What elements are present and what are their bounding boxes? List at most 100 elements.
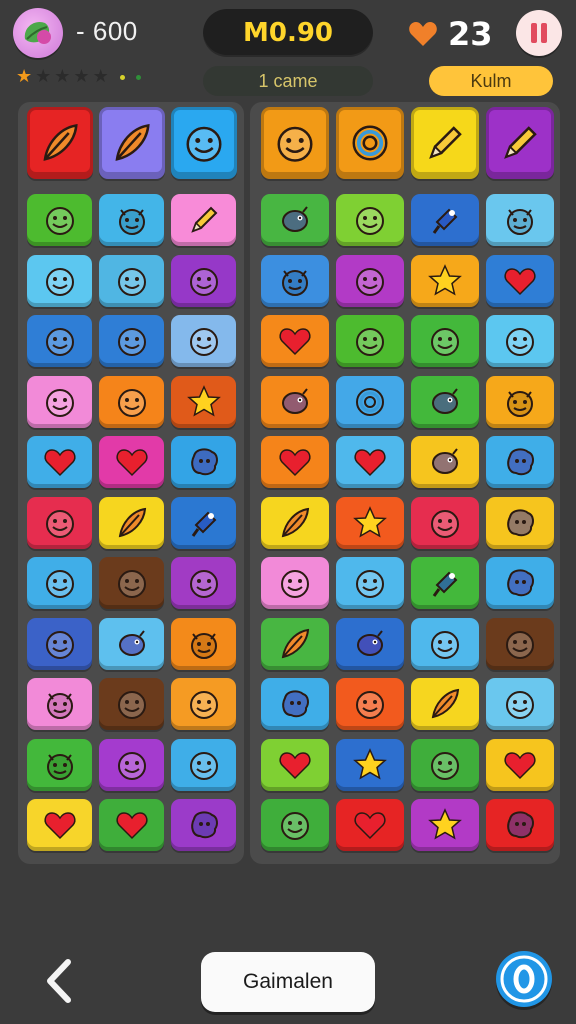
tile-pin[interactable] <box>171 496 236 549</box>
tile-devil[interactable] <box>99 194 164 246</box>
tile-blob[interactable] <box>486 496 554 549</box>
tile-face[interactable] <box>171 738 236 791</box>
tile-face[interactable] <box>27 194 92 246</box>
tile-blob[interactable] <box>486 557 554 609</box>
tile-face[interactable] <box>486 678 554 730</box>
tile-bug[interactable] <box>411 436 479 488</box>
back-button[interactable] <box>40 958 80 1004</box>
zero-icon <box>500 955 548 1003</box>
tile-devil[interactable] <box>486 375 554 428</box>
tile-face[interactable] <box>336 254 404 307</box>
tile-heart[interactable] <box>27 436 92 488</box>
tile-blob[interactable] <box>171 436 236 488</box>
tile-blob[interactable] <box>486 436 554 488</box>
tile-star[interactable] <box>336 738 404 791</box>
tile-pencil[interactable] <box>171 194 236 246</box>
tile-bug[interactable] <box>99 617 164 670</box>
tile-star[interactable] <box>411 799 479 851</box>
tile-face[interactable] <box>99 678 164 730</box>
tile-face[interactable] <box>486 315 554 367</box>
tile-heart[interactable] <box>261 436 329 488</box>
tile-bug[interactable] <box>336 617 404 670</box>
tile-heart[interactable] <box>486 254 554 307</box>
score-display: M0.90 <box>203 9 373 57</box>
tile-blob[interactable] <box>261 678 329 730</box>
tile-face[interactable] <box>99 557 164 609</box>
tile-face[interactable] <box>336 678 404 730</box>
tile-face[interactable] <box>99 738 164 791</box>
tile-heart[interactable] <box>99 436 164 488</box>
tile-face[interactable] <box>171 107 237 179</box>
tile-face[interactable] <box>261 799 329 851</box>
tile-feather[interactable] <box>27 107 93 179</box>
tile-feather[interactable] <box>99 107 165 179</box>
blob-icon <box>500 805 540 845</box>
tile-blob[interactable] <box>486 799 554 851</box>
tile-feather[interactable] <box>261 617 329 670</box>
tile-face[interactable] <box>336 557 404 609</box>
mode-button[interactable]: Kulm <box>429 66 553 96</box>
tile-face[interactable] <box>171 254 236 307</box>
tile-ring[interactable] <box>336 107 404 179</box>
tile-face[interactable] <box>99 315 164 367</box>
tile-heart[interactable] <box>261 315 329 367</box>
devil-icon <box>40 684 80 724</box>
tile-bug[interactable] <box>261 375 329 428</box>
tile-face[interactable] <box>411 738 479 791</box>
tile-devil[interactable] <box>171 617 236 670</box>
tile-face[interactable] <box>411 496 479 549</box>
tile-face[interactable] <box>27 375 92 428</box>
tile-bug[interactable] <box>411 375 479 428</box>
tile-devil[interactable] <box>261 254 329 307</box>
tile-face[interactable] <box>411 315 479 367</box>
tile-face[interactable] <box>411 617 479 670</box>
tile-bug[interactable] <box>261 194 329 246</box>
bug-icon <box>275 382 315 422</box>
tile-heart[interactable] <box>336 436 404 488</box>
tile-feather[interactable] <box>261 496 329 549</box>
tile-devil[interactable] <box>27 738 92 791</box>
main-action-button[interactable]: Gaimalen <box>201 952 375 1012</box>
tile-heart[interactable] <box>486 738 554 791</box>
ring-icon <box>350 382 390 422</box>
tile-face[interactable] <box>486 617 554 670</box>
tile-devil[interactable] <box>27 678 92 730</box>
tile-face[interactable] <box>261 107 329 179</box>
tile-face[interactable] <box>27 496 92 549</box>
tile-blob[interactable] <box>171 799 236 851</box>
heart-icon <box>275 442 315 482</box>
tile-face[interactable] <box>336 194 404 246</box>
tile-face[interactable] <box>99 375 164 428</box>
tile-feather[interactable] <box>99 496 164 549</box>
face-icon <box>40 261 80 301</box>
tile-face[interactable] <box>99 254 164 307</box>
tile-heart[interactable] <box>27 799 92 851</box>
tile-face[interactable] <box>261 557 329 609</box>
tile-face[interactable] <box>27 315 92 367</box>
tile-face[interactable] <box>336 315 404 367</box>
tile-star[interactable] <box>411 254 479 307</box>
tile-pin[interactable] <box>411 557 479 609</box>
tile-devil[interactable] <box>486 194 554 246</box>
blob-icon <box>184 805 224 845</box>
help-button[interactable] <box>496 951 552 1007</box>
face-icon <box>425 503 465 543</box>
tile-heart[interactable] <box>336 799 404 851</box>
tile-face[interactable] <box>27 254 92 307</box>
tile-star[interactable] <box>336 496 404 549</box>
tile-pencil[interactable] <box>411 107 479 179</box>
tile-pencil[interactable] <box>486 107 554 179</box>
tile-ring[interactable] <box>336 375 404 428</box>
player-avatar[interactable] <box>13 8 63 58</box>
tile-face[interactable] <box>171 315 236 367</box>
tile-face[interactable] <box>27 617 92 670</box>
pause-button[interactable] <box>516 10 562 56</box>
tile-heart[interactable] <box>261 738 329 791</box>
tile-heart[interactable] <box>99 799 164 851</box>
tile-star[interactable] <box>171 375 236 428</box>
tile-feather[interactable] <box>411 678 479 730</box>
tile-face[interactable] <box>171 678 236 730</box>
tile-face[interactable] <box>27 557 92 609</box>
tile-face[interactable] <box>171 557 236 609</box>
tile-pin[interactable] <box>411 194 479 246</box>
